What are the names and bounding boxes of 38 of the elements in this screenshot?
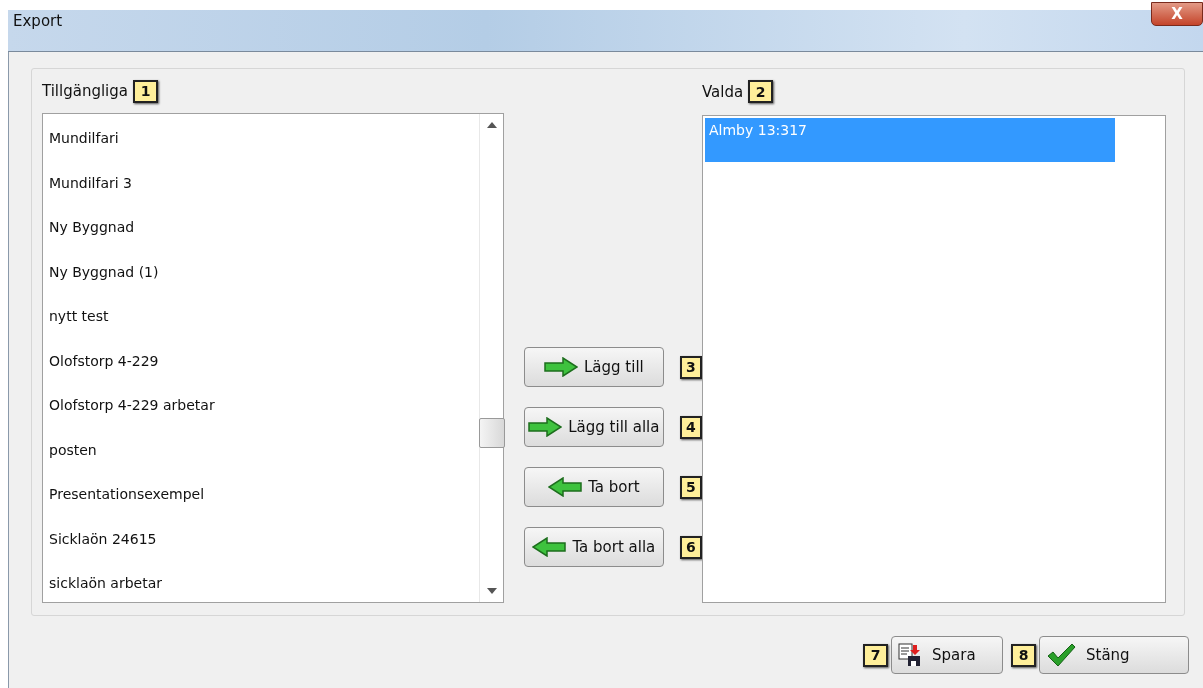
right-arrow-icon — [528, 417, 563, 437]
save-document-icon — [898, 643, 922, 667]
list-item[interactable]: Olofstorp 4-229 arbetar — [49, 383, 479, 428]
number-badge: 7 — [863, 643, 888, 667]
save-button[interactable]: Spara — [891, 636, 1003, 674]
scroll-down-icon[interactable] — [486, 588, 497, 594]
number-badge: 8 — [1011, 643, 1036, 667]
left-arrow-icon — [532, 537, 567, 557]
available-label: Tillgängliga — [42, 82, 128, 100]
window-title: Export — [13, 12, 63, 30]
move-button[interactable]: Lägg till — [524, 347, 664, 387]
list-item[interactable]: Mundilfari — [49, 116, 479, 161]
checkmark-icon — [1046, 642, 1076, 668]
list-item[interactable]: Ny Byggnad (1) — [49, 249, 479, 294]
scrollbar[interactable] — [479, 114, 503, 602]
list-item[interactable]: posten — [49, 427, 479, 472]
move-button[interactable]: Ta bort alla — [524, 527, 664, 567]
left-arrow-icon — [548, 477, 583, 497]
list-item[interactable]: Mundilfari 3 — [49, 160, 479, 205]
scroll-up-icon[interactable] — [486, 122, 497, 128]
list-item[interactable]: Presentationsexempel — [49, 472, 479, 517]
number-badge: 4 — [679, 415, 702, 439]
close-dialog-button[interactable]: Stäng — [1039, 636, 1189, 674]
list-item[interactable]: Sicklaön 24615 — [49, 516, 479, 561]
chosen-label: Valda — [702, 82, 744, 101]
move-button[interactable]: Ta bort — [524, 467, 664, 507]
list-item[interactable]: Olofstorp 4-229 — [49, 338, 479, 383]
number-badge: 6 — [679, 535, 702, 559]
right-arrow-icon — [543, 357, 578, 377]
move-button[interactable]: Lägg till alla — [524, 407, 664, 447]
scroll-thumb[interactable] — [479, 418, 505, 448]
number-badge: 5 — [679, 475, 702, 499]
number-badge: 2 — [748, 80, 774, 104]
list-item[interactable]: Ny Byggnad — [49, 205, 479, 250]
list-item[interactable]: sicklaön arbetar — [49, 561, 479, 602]
number-badge: 1 — [133, 79, 158, 103]
number-badge: 3 — [679, 355, 702, 379]
list-item[interactable]: nytt test — [49, 294, 479, 339]
